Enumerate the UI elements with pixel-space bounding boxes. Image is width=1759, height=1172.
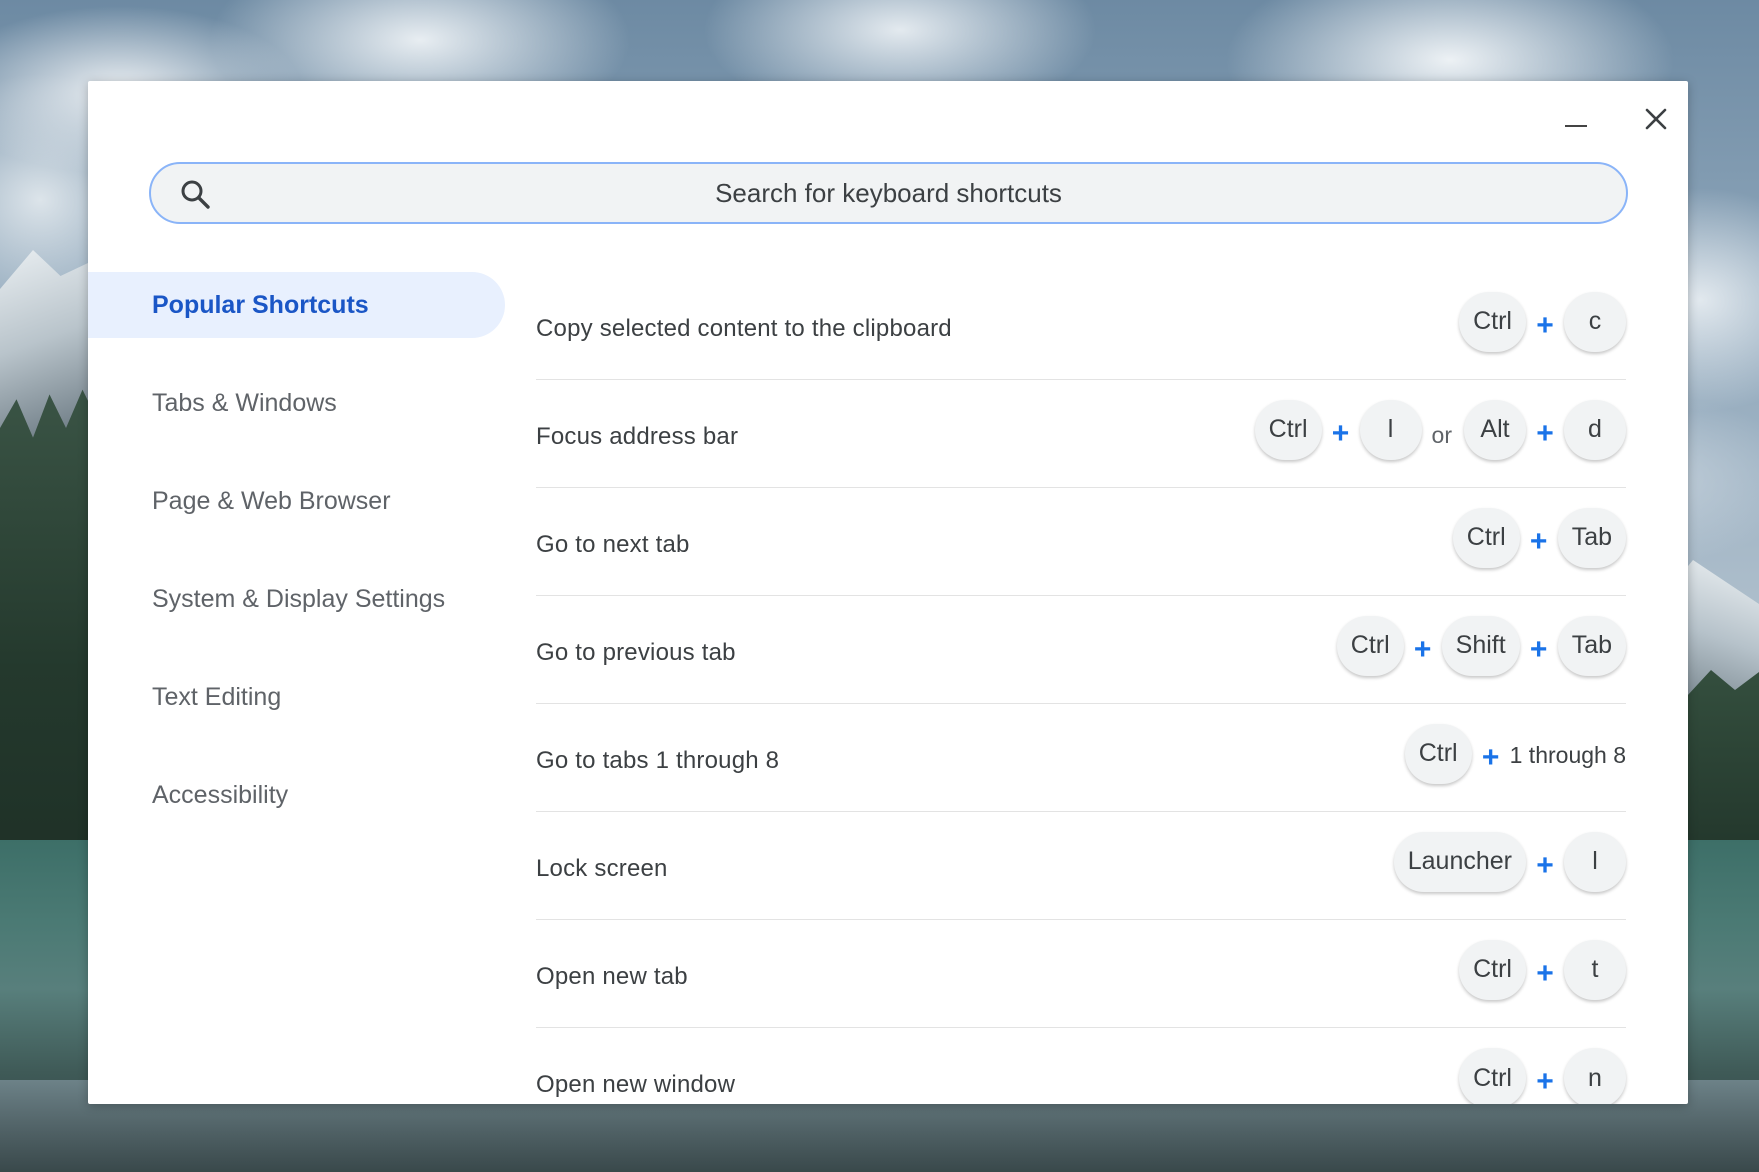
shortcut-keys: Ctrl + 1 through 8 [1404, 723, 1626, 784]
key-cap: l [1564, 831, 1626, 892]
key-cap: t [1564, 939, 1626, 1000]
key-cap: c [1564, 291, 1626, 352]
shortcut-row: Open new window Ctrl + n [536, 1028, 1626, 1104]
shortcut-description: Go to tabs 1 through 8 [536, 746, 780, 774]
shortcut-keys: Ctrl + n [1459, 1048, 1626, 1104]
shortcut-description: Open new window [536, 1071, 736, 1098]
key-cap: Ctrl [1452, 507, 1520, 568]
shortcut-keys: Ctrl + Shift + Tab [1336, 615, 1626, 676]
plus-separator: + [1331, 416, 1350, 450]
plus-separator: + [1413, 632, 1432, 666]
plus-separator: + [1536, 416, 1554, 450]
shortcut-description: Go to next tab [536, 530, 690, 558]
shortcut-description: Copy selected content to the clipboard [536, 314, 952, 342]
shortcut-row: Lock screen Launcher + l [536, 812, 1626, 920]
key-cap: Ctrl [1459, 291, 1526, 352]
minimize-icon [1565, 124, 1587, 128]
shortcut-list: Copy selected content to the clipboard C… [536, 272, 1626, 1104]
plus-separator: + [1536, 308, 1554, 342]
key-cap: Ctrl [1459, 939, 1526, 1000]
key-cap: n [1564, 1048, 1626, 1104]
shortcut-description: Focus address bar [536, 422, 739, 450]
search-bar [149, 162, 1628, 224]
shortcut-row: Copy selected content to the clipboard C… [536, 272, 1626, 380]
key-cap: Tab [1557, 507, 1626, 568]
close-icon [1645, 108, 1667, 130]
sidebar-item-text-editing[interactable]: Text Editing [88, 664, 505, 730]
shortcut-description: Go to previous tab [536, 638, 736, 666]
key-cap: d [1564, 399, 1626, 460]
plus-separator: + [1536, 956, 1554, 990]
shortcut-row: Go to tabs 1 through 8 Ctrl + 1 through … [536, 704, 1626, 812]
shortcut-keys: Ctrl + c [1459, 291, 1626, 352]
sidebar-item-page-web-browser[interactable]: Page & Web Browser [88, 468, 505, 534]
key-cap: Ctrl [1459, 1048, 1526, 1104]
shortcut-row: Focus address bar Ctrl + l or Alt + d [536, 380, 1626, 488]
plus-separator: + [1529, 524, 1548, 558]
key-cap: Shift [1441, 615, 1520, 676]
plus-separator: + [1529, 632, 1548, 666]
search-input[interactable] [151, 164, 1626, 222]
shortcut-keys: Ctrl + l or Alt + d [1254, 399, 1626, 460]
shortcut-row: Open new tab Ctrl + t [536, 920, 1626, 1028]
sidebar-item-popular-shortcuts[interactable]: Popular Shortcuts [88, 272, 505, 338]
shortcut-row: Go to next tab Ctrl + Tab [536, 488, 1626, 596]
key-cap: Ctrl [1336, 615, 1404, 676]
key-cap: Ctrl [1404, 723, 1472, 784]
key-cap: Ctrl [1254, 399, 1322, 460]
minimize-button[interactable] [1556, 99, 1596, 139]
or-separator: or [1431, 422, 1452, 448]
shortcut-row: Go to previous tab Ctrl + Shift + Tab [536, 596, 1626, 704]
key-cap: l [1359, 399, 1422, 460]
key-cap: Tab [1557, 615, 1626, 676]
shortcut-keys: Ctrl + t [1459, 939, 1626, 1000]
shortcut-description: Open new tab [536, 962, 688, 990]
plus-separator: + [1481, 740, 1500, 774]
shortcut-description: Lock screen [536, 854, 668, 882]
category-sidebar: Popular Shortcuts Tabs & Windows Page & … [88, 272, 505, 860]
shortcut-keys: Launcher + l [1393, 831, 1626, 892]
close-button[interactable] [1636, 99, 1676, 139]
plus-separator: + [1536, 848, 1554, 882]
key-cap: Launcher [1393, 831, 1526, 892]
shortcut-keys: Ctrl + Tab [1452, 507, 1626, 568]
shortcuts-dialog: Popular Shortcuts Tabs & Windows Page & … [88, 81, 1688, 1104]
sidebar-item-system-display-settings[interactable]: System & Display Settings [88, 566, 505, 632]
sidebar-item-tabs-windows[interactable]: Tabs & Windows [88, 370, 505, 436]
key-cap: Alt [1464, 399, 1526, 460]
key-range-text: 1 through 8 [1509, 742, 1626, 768]
plus-separator: + [1536, 1065, 1554, 1098]
sidebar-item-accessibility[interactable]: Accessibility [88, 762, 505, 828]
search-icon[interactable] [179, 178, 211, 210]
